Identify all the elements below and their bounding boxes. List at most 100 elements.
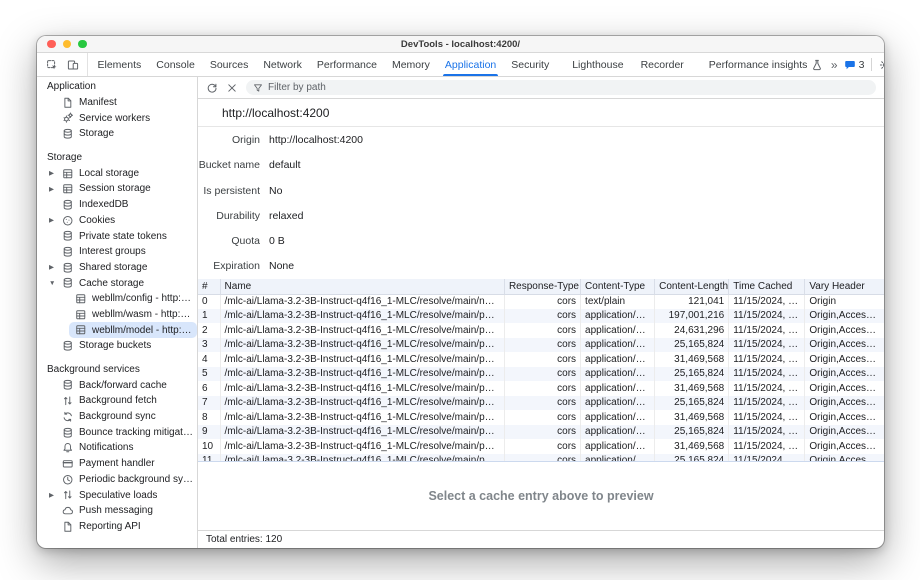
sidebar-item-label: Service workers — [79, 113, 197, 124]
sidebar-item-payment-handler[interactable]: Payment handler — [37, 456, 197, 472]
disclosure-arrow[interactable]: ▶ — [49, 216, 61, 224]
issues-counter[interactable]: 3 — [844, 59, 865, 71]
column-header-content-length[interactable]: Content-Length — [655, 279, 729, 294]
tab-recorder[interactable]: Recorder — [633, 53, 691, 76]
sidebar-item-webllm-wasm-http-loca[interactable]: webllm/wasm - http://loca… — [37, 307, 197, 323]
tab-elements[interactable]: Elements — [90, 53, 149, 76]
sidebar-item-back-forward-cache[interactable]: Back/forward cache — [37, 377, 197, 393]
tab-lighthouse[interactable]: Lighthouse — [565, 53, 631, 76]
sidebar-section-title: Application — [37, 79, 197, 95]
table-row[interactable]: 7/mlc-ai/Llama-3.2-3B-Instruct-q4f16_1-M… — [198, 396, 884, 411]
column-header-content-type[interactable]: Content-Type — [581, 279, 655, 294]
cell-time-cached: 11/15/2024, 10… — [729, 410, 805, 425]
table-row[interactable]: 9/mlc-ai/Llama-3.2-3B-Instruct-q4f16_1-M… — [198, 425, 884, 440]
table-row[interactable]: 11/mlc-ai/Llama-3.2-3B-Instruct-q4f16_1-… — [198, 454, 884, 463]
sync-icon — [61, 411, 74, 423]
table-row[interactable]: 5/mlc-ai/Llama-3.2-3B-Instruct-q4f16_1-M… — [198, 367, 884, 382]
sidebar-item-label: IndexedDB — [79, 199, 197, 210]
sidebar-item-private-state-tokens[interactable]: Private state tokens — [37, 228, 197, 244]
sidebar-item-background-fetch[interactable]: Background fetch — [37, 393, 197, 409]
sidebar-item-indexeddb[interactable]: IndexedDB — [37, 197, 197, 213]
updown-arrows-icon — [61, 489, 74, 501]
filter-input[interactable]: Filter by path — [246, 80, 876, 95]
table-row[interactable]: 10/mlc-ai/Llama-3.2-3B-Instruct-q4f16_1-… — [198, 439, 884, 454]
sidebar-item-shared-storage[interactable]: ▶Shared storage — [37, 260, 197, 276]
tab-memory[interactable]: Memory — [384, 53, 437, 76]
sidebar-item-interest-groups[interactable]: Interest groups — [37, 244, 197, 260]
minimize-window-button[interactable] — [63, 40, 72, 49]
sidebar-item-manifest[interactable]: Manifest — [37, 95, 197, 111]
metadata-label: Expiration — [198, 260, 260, 272]
tab-application[interactable]: Application — [437, 53, 503, 76]
sidebar-section-title: Background services — [37, 362, 197, 378]
sidebar-item-label: webllm/config - http://loc… — [92, 293, 197, 304]
delete-selected-icon[interactable] — [226, 82, 238, 94]
metadata-row: Quota0 B — [198, 235, 884, 260]
sidebar-item-storage[interactable]: Storage — [37, 126, 197, 142]
sidebar-item-label: webllm/wasm - http://loca… — [92, 309, 197, 320]
sidebar-item-notifications[interactable]: Notifications — [37, 440, 197, 456]
table-row[interactable]: 3/mlc-ai/Llama-3.2-3B-Instruct-q4f16_1-M… — [198, 338, 884, 353]
sidebar-item-webllm-model-http-loc[interactable]: webllm/model - http://loc… — [69, 322, 197, 338]
cell-response-type: cors — [504, 294, 580, 309]
refresh-icon[interactable] — [206, 82, 218, 94]
zoom-window-button[interactable] — [78, 40, 87, 49]
disclosure-arrow[interactable]: ▶ — [49, 263, 61, 271]
table-row[interactable]: 0/mlc-ai/Llama-3.2-3B-Instruct-q4f16_1-M… — [198, 294, 884, 309]
tab-sources[interactable]: Sources — [202, 53, 256, 76]
tab-performance-insights[interactable]: Performance insights — [701, 53, 831, 76]
column-header-vary-header[interactable]: Vary Header — [805, 279, 884, 294]
cache-entries-grid[interactable]: #NameResponse-TypeContent-TypeContent-Le… — [198, 279, 884, 462]
origin-list-item[interactable]: http://localhost:4200 — [198, 99, 884, 127]
tab-performance[interactable]: Performance — [309, 53, 384, 76]
disclosure-arrow[interactable]: ▶ — [49, 491, 61, 499]
device-toolbar-icon[interactable] — [67, 59, 79, 71]
table-row[interactable]: 8/mlc-ai/Llama-3.2-3B-Instruct-q4f16_1-M… — [198, 410, 884, 425]
cell-response-type: cors — [504, 439, 580, 454]
inspect-element-icon[interactable] — [46, 59, 58, 71]
table-row[interactable]: 4/mlc-ai/Llama-3.2-3B-Instruct-q4f16_1-M… — [198, 352, 884, 367]
sidebar-item-background-sync[interactable]: Background sync — [37, 409, 197, 425]
sidebar-item-reporting-api[interactable]: Reporting API — [37, 519, 197, 535]
cell-content-length: 31,469,568 — [655, 439, 729, 454]
file-icon — [61, 97, 74, 109]
close-window-button[interactable] — [47, 40, 56, 49]
sidebar-item-cache-storage[interactable]: ▼Cache storage — [37, 275, 197, 291]
settings-gear-icon[interactable] — [879, 59, 884, 71]
cell-time-cached: 11/15/2024, 10… — [729, 454, 805, 463]
cell-content-length: 121,041 — [655, 294, 729, 309]
disclosure-arrow[interactable]: ▼ — [49, 280, 61, 287]
sidebar-item-push-messaging[interactable]: Push messaging — [37, 503, 197, 519]
sidebar-item-cookies[interactable]: ▶Cookies — [37, 213, 197, 229]
column-header-response-type[interactable]: Response-Type — [504, 279, 580, 294]
table-row[interactable]: 1/mlc-ai/Llama-3.2-3B-Instruct-q4f16_1-M… — [198, 309, 884, 324]
tab-network[interactable]: Network — [256, 53, 310, 76]
column-header-name[interactable]: Name — [220, 279, 504, 294]
tab-console[interactable]: Console — [149, 53, 203, 76]
sidebar-item-storage-buckets[interactable]: Storage buckets — [37, 338, 197, 354]
sidebar-item-speculative-loads[interactable]: ▶Speculative loads — [37, 487, 197, 503]
cache-table: #NameResponse-TypeContent-TypeContent-Le… — [198, 279, 884, 462]
table-icon — [61, 183, 74, 195]
sidebar-item-periodic-background-sync[interactable]: Periodic background sync — [37, 472, 197, 488]
column-header-time-cached[interactable]: Time Cached — [729, 279, 805, 294]
table-row[interactable]: 2/mlc-ai/Llama-3.2-3B-Instruct-q4f16_1-M… — [198, 323, 884, 338]
sidebar-item-session-storage[interactable]: ▶Session storage — [37, 181, 197, 197]
cell-index: 7 — [198, 396, 220, 411]
disclosure-arrow[interactable]: ▶ — [49, 185, 61, 193]
sidebar-item-local-storage[interactable]: ▶Local storage — [37, 165, 197, 181]
sidebar-item-bounce-tracking-mitigations[interactable]: Bounce tracking mitigations — [37, 424, 197, 440]
sidebar-item-label: Back/forward cache — [79, 380, 197, 391]
sidebar-item-service-workers[interactable]: Service workers — [37, 110, 197, 126]
more-tabs-button[interactable]: » — [831, 58, 837, 72]
tab-security[interactable]: Security — [504, 53, 557, 76]
cell-name: /mlc-ai/Llama-3.2-3B-Instruct-q4f16_1-ML… — [220, 454, 504, 463]
table-icon — [61, 168, 74, 180]
funnel-icon — [253, 83, 263, 93]
disclosure-arrow[interactable]: ▶ — [49, 169, 61, 177]
cell-time-cached: 11/15/2024, 10… — [729, 309, 805, 324]
sidebar-item-webllm-config-http-loc[interactable]: webllm/config - http://loc… — [37, 291, 197, 307]
cell-index: 2 — [198, 323, 220, 338]
column-header-index[interactable]: # — [198, 279, 220, 294]
table-row[interactable]: 6/mlc-ai/Llama-3.2-3B-Instruct-q4f16_1-M… — [198, 381, 884, 396]
